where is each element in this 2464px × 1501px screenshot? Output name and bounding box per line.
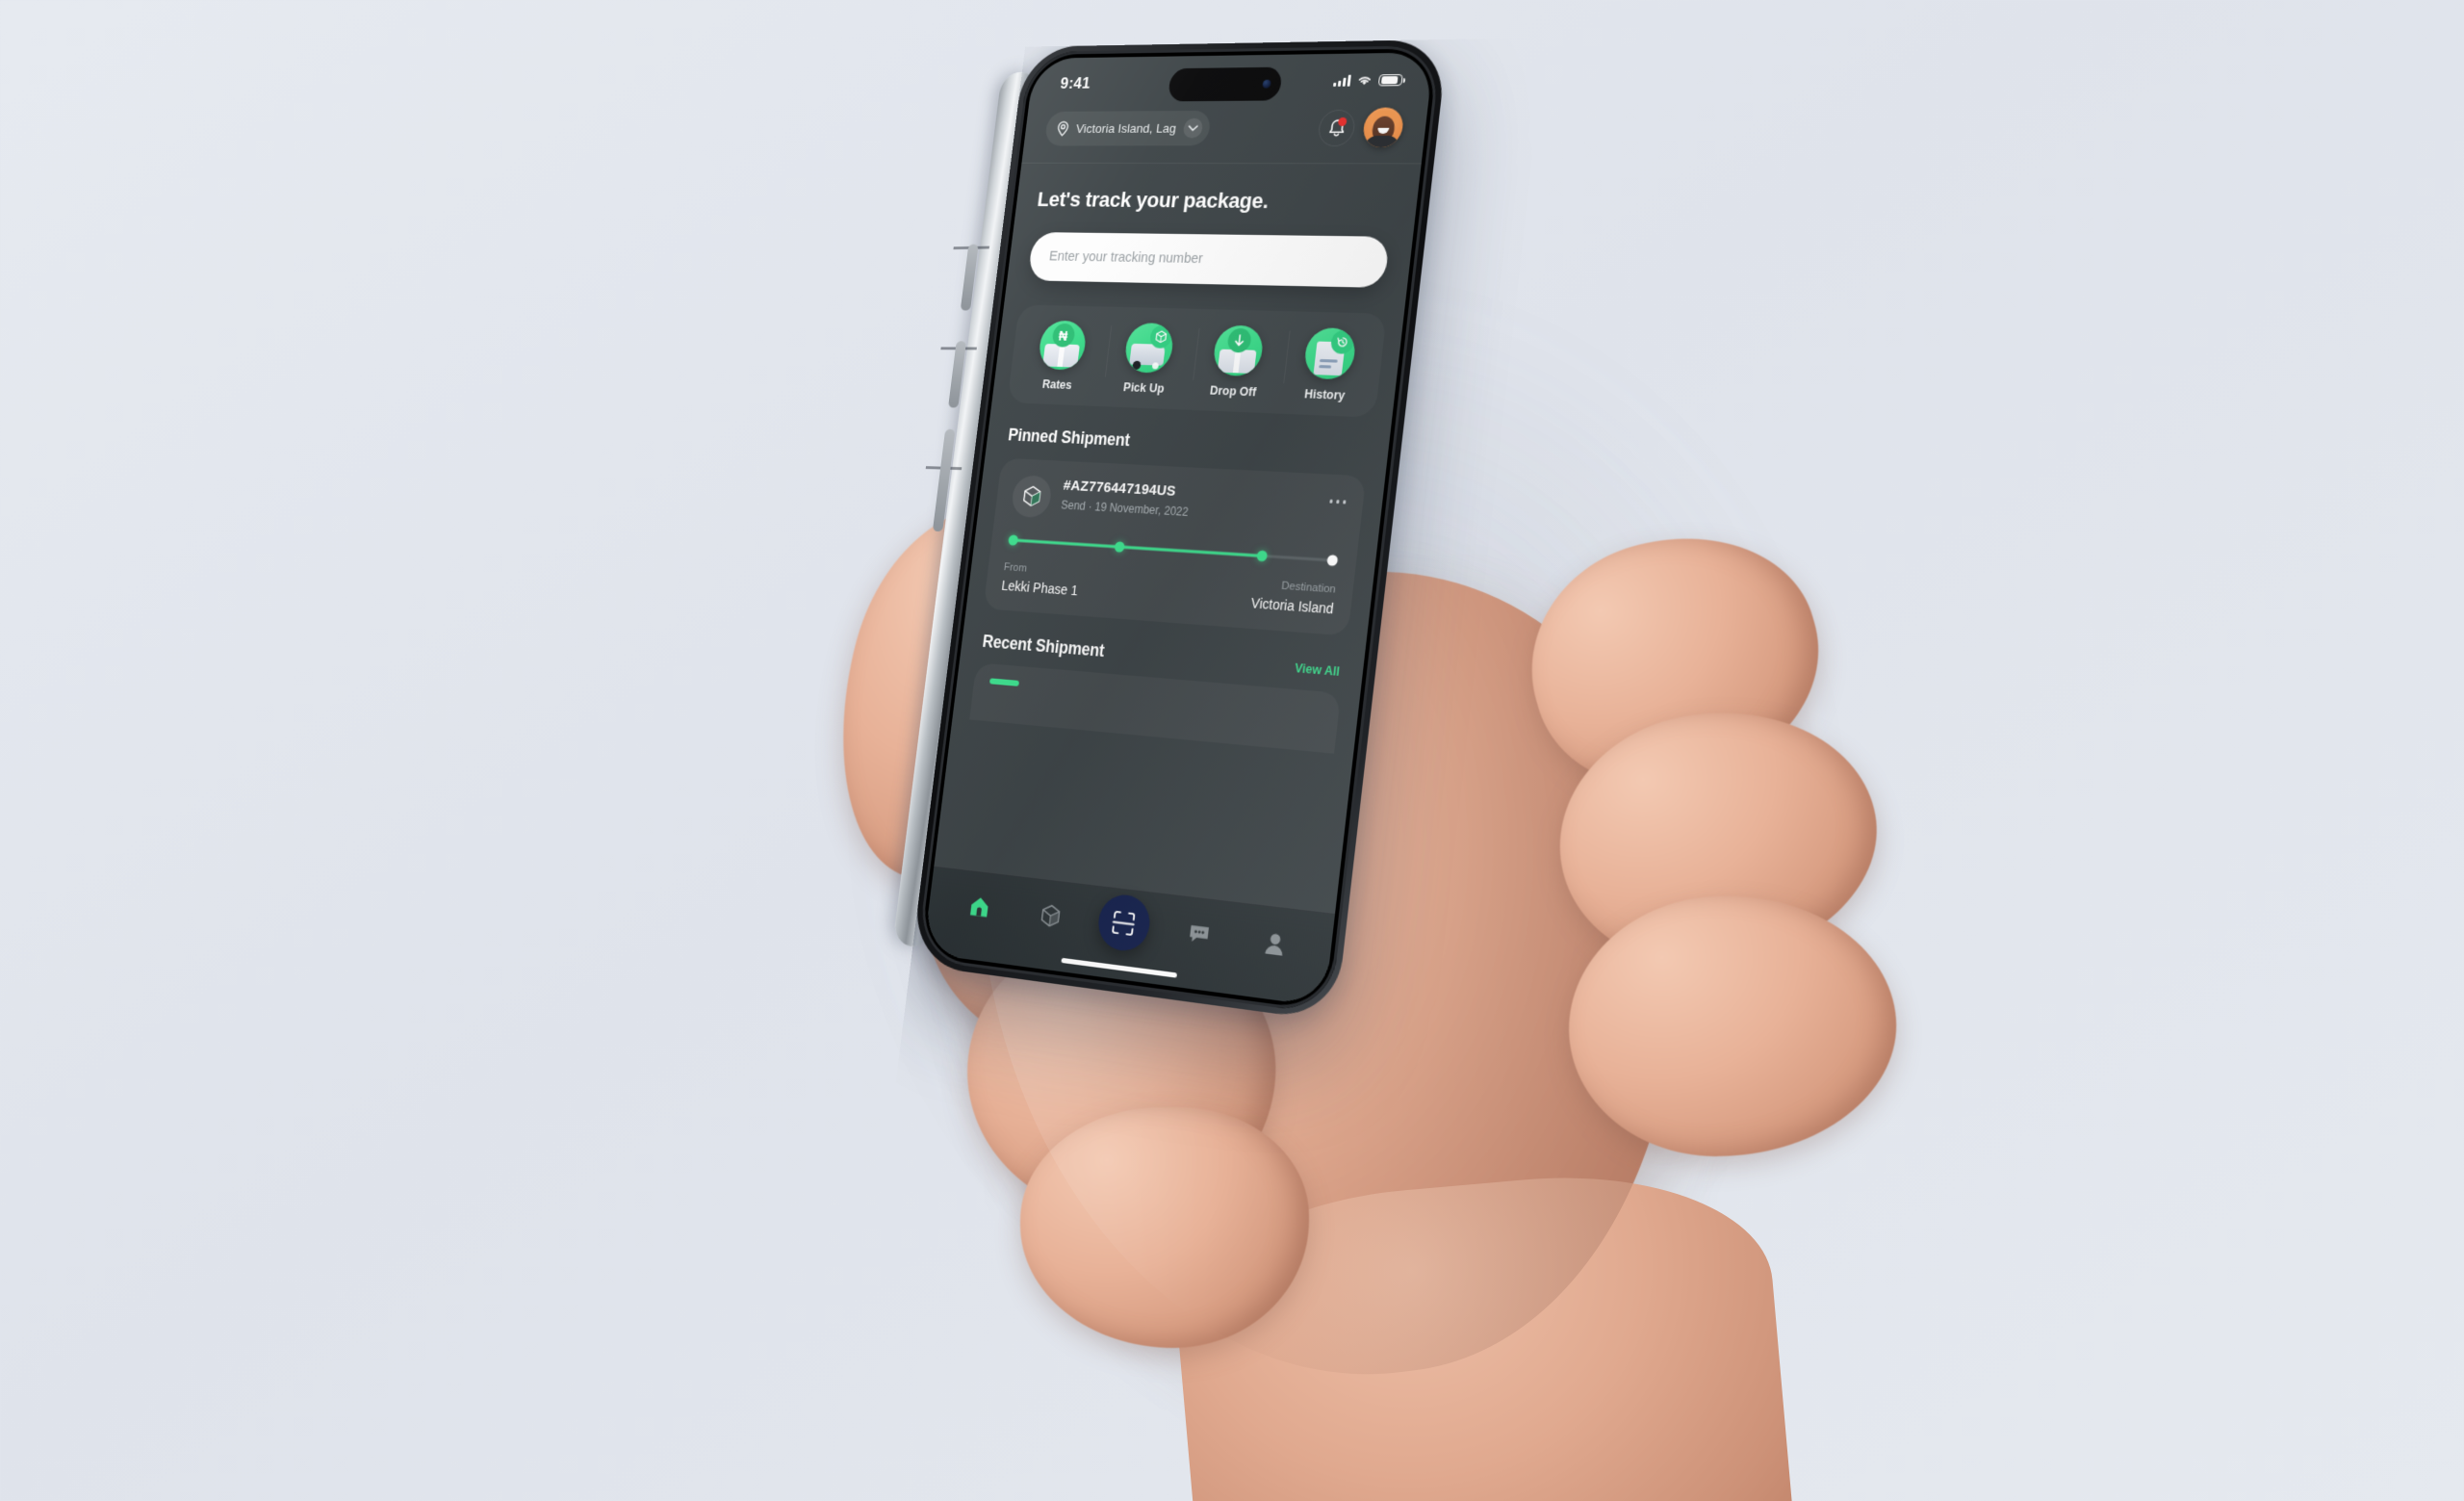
quick-action-history[interactable]: History [1283, 326, 1374, 403]
shipment-progress [1008, 533, 1339, 568]
progress-step-1 [1008, 534, 1019, 546]
quick-action-label: Rates [1041, 377, 1073, 393]
quick-actions: ₦ Rates Pick Up Drop Off History [1007, 304, 1386, 417]
tab-scan[interactable] [1095, 892, 1153, 954]
tracking-search-bar[interactable] [1027, 232, 1391, 288]
quick-action-dropoff[interactable]: Drop Off [1193, 324, 1281, 400]
quick-action-label: Drop Off [1209, 383, 1257, 400]
cellular-signal-icon [1333, 74, 1351, 87]
tab-home[interactable] [954, 883, 1006, 931]
progress-step-2 [1114, 541, 1126, 553]
quick-action-pickup[interactable]: Pick Up [1104, 322, 1191, 396]
shipment-card-top: #AZ776447194US Send · 19 November, 2022 [1010, 475, 1348, 536]
destination: Destination Victoria Island [1250, 579, 1337, 617]
avatar-hat [1371, 110, 1398, 124]
progress-step-4 [1326, 555, 1339, 567]
shipment-date: 19 November, 2022 [1093, 500, 1190, 519]
shipment-subtitle: Send · 19 November, 2022 [1061, 498, 1316, 526]
home-icon [970, 895, 989, 918]
pinned-section-title: Pinned Shipment [1007, 425, 1132, 451]
shipment-meta: #AZ776447194US Send · 19 November, 2022 [1061, 478, 1319, 527]
quick-action-rates[interactable]: ₦ Rates [1018, 320, 1103, 393]
more-horizontal-icon[interactable] [1328, 491, 1348, 505]
chevron-down-icon[interactable] [1182, 117, 1204, 139]
main-content: Let's track your package. ₦ Rates [923, 163, 1422, 1007]
clock-history-icon [1301, 326, 1357, 380]
view-all-link[interactable]: View All [1294, 661, 1340, 679]
status-bar-time: 9:41 [1059, 74, 1091, 92]
quick-action-label: Pick Up [1122, 380, 1166, 396]
recent-shipment-card[interactable] [969, 662, 1342, 754]
avatar[interactable] [1361, 107, 1405, 148]
app-header: Victoria Island, Lag [1021, 97, 1429, 165]
scene: 9:41 Victoria Island, Lag Let's track yo… [0, 0, 2464, 1501]
pinned-section-header: Pinned Shipment [987, 401, 1392, 463]
header-actions [1317, 107, 1405, 148]
truck-pickup-icon [1122, 322, 1175, 374]
location-selector[interactable]: Victoria Island, Lag [1043, 110, 1212, 146]
front-camera-icon [1262, 79, 1271, 89]
person-icon [1265, 932, 1284, 956]
naira-rates-icon: ₦ [1036, 320, 1088, 371]
quick-action-label: History [1303, 387, 1347, 402]
origin-value: Lekki Phase 1 [1000, 577, 1079, 599]
status-bar-indicators [1333, 73, 1403, 87]
scan-icon [1110, 908, 1138, 938]
location-pin-icon [1056, 120, 1070, 136]
tab-chat[interactable] [1171, 909, 1226, 959]
notification-badge [1337, 116, 1348, 126]
arrow-down-dropoff-icon [1211, 324, 1265, 377]
origin: From Lekki Phase 1 [1001, 561, 1081, 598]
origin-label: From [1003, 561, 1028, 575]
avatar-smile [1376, 127, 1389, 134]
shipment-endpoints: From Lekki Phase 1 Destination Victoria … [1001, 561, 1337, 616]
search-input[interactable] [1048, 248, 1368, 271]
tab-profile[interactable] [1246, 919, 1303, 970]
battery-icon [1377, 73, 1403, 87]
notifications-button[interactable] [1317, 109, 1357, 146]
destination-label: Destination [1280, 580, 1337, 596]
hero-section: Let's track your package. [1015, 164, 1422, 216]
dynamic-island [1167, 66, 1283, 102]
home-indicator[interactable] [1061, 957, 1178, 978]
recent-section-title: Recent Shipment [981, 631, 1106, 661]
shipment-type: Send [1060, 498, 1087, 513]
pinned-shipment-card[interactable]: #AZ776447194US Send · 19 November, 2022 [983, 457, 1367, 636]
avatar-face [1371, 116, 1396, 142]
recent-status-bar [988, 678, 1020, 686]
page-title: Let's track your package. [1036, 187, 1270, 214]
avatar-shoulders [1363, 135, 1399, 148]
bell-icon [1326, 117, 1347, 138]
shipment-separator: · [1087, 500, 1093, 514]
box-icon [1039, 902, 1063, 929]
chat-icon [1189, 924, 1209, 945]
location-label: Victoria Island, Lag [1075, 120, 1177, 136]
progress-fill [1013, 538, 1268, 558]
package-box-icon [1010, 475, 1054, 519]
destination-value: Victoria Island [1249, 594, 1335, 617]
wifi-icon [1356, 74, 1373, 86]
progress-step-3 [1256, 550, 1269, 562]
tab-packages[interactable] [1024, 892, 1077, 941]
